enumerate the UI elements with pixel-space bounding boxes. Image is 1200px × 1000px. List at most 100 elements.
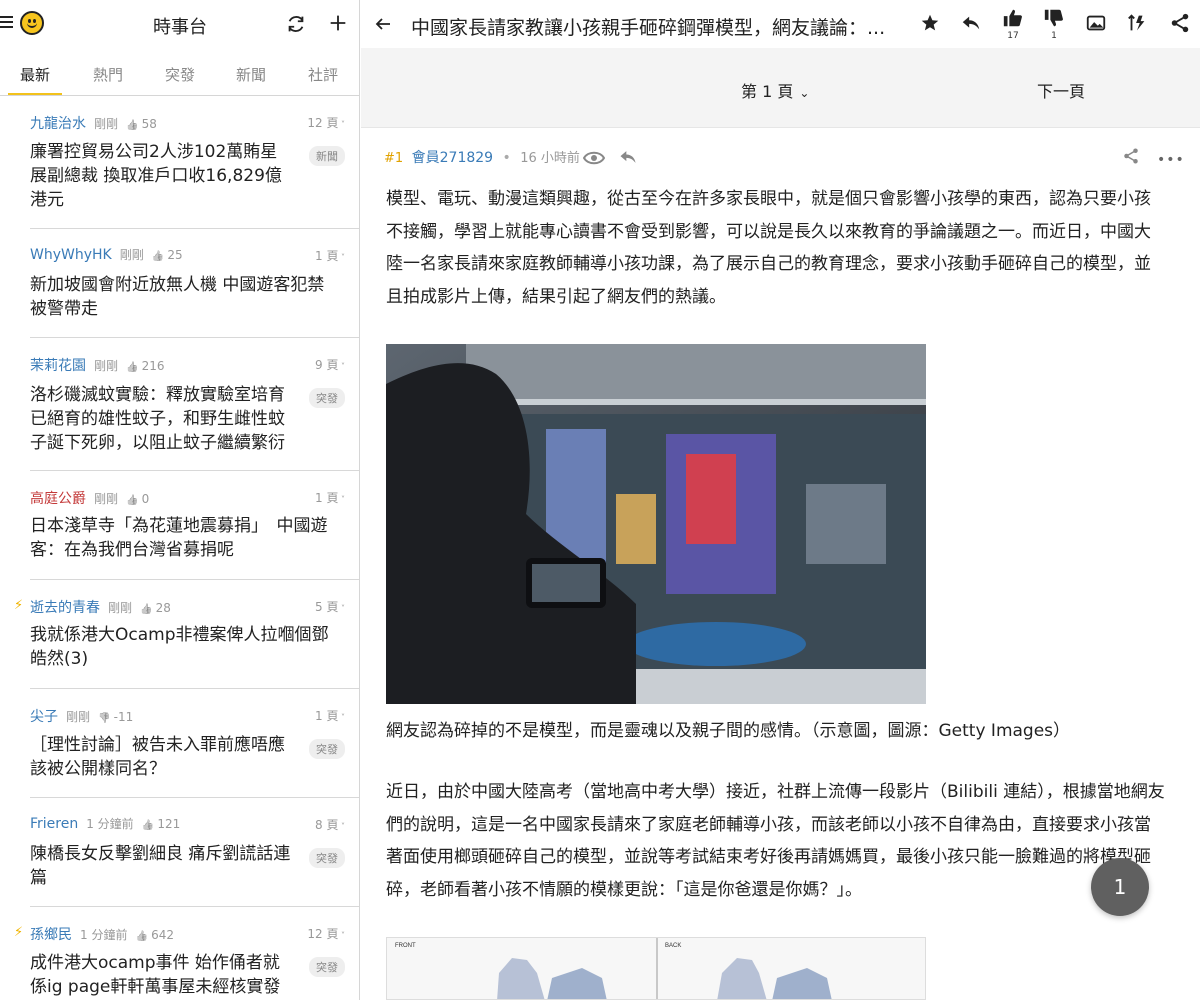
topic-category-badge: 突發 — [309, 957, 345, 977]
tab-news[interactable]: 新聞 — [227, 64, 275, 85]
back-arrow-icon[interactable] — [373, 14, 393, 34]
topic-pages[interactable]: 9 頁 ˅ — [315, 356, 345, 373]
share-icon[interactable] — [1122, 146, 1140, 166]
reply-icon[interactable] — [960, 12, 982, 34]
topic-time: 1 分鐘前 — [80, 928, 128, 942]
thumbs-up-icon: 👍 — [126, 495, 142, 506]
star-icon[interactable] — [919, 12, 941, 34]
topic-time: 剛剛 — [94, 492, 119, 506]
topic-list: 九龍治水 剛剛 👍 58 12 頁 ˅ 廉署控貿易公司2人涉102萬賄星展副總裁 換取准… — [0, 96, 359, 1000]
chevron-down-icon: ˅ — [338, 822, 345, 831]
post-image-gundam-photo[interactable] — [386, 344, 926, 704]
topic-pages[interactable]: 8 頁 ˅ — [315, 816, 345, 833]
topic-likes-value: 216 — [141, 359, 165, 373]
topic-pages[interactable]: 1 頁 ˅ — [315, 489, 345, 506]
floating-page-button[interactable]: 1 — [1091, 858, 1149, 916]
topic-row[interactable]: ⚡ 逝去的青春 剛剛 👍 28 5 頁 ˅ 我就係港大Ocamp非禮案俾人拉嗰個鄧皓然(3… — [0, 580, 359, 689]
thumbs-up-icon: 👍 — [140, 604, 156, 615]
page-select-dropdown[interactable]: 第 1 頁 ⌄ — [741, 78, 809, 102]
post-image-gundam-diagram[interactable]: FRONT BACK — [386, 937, 926, 1000]
topic-author[interactable]: 茉莉花園 — [30, 358, 86, 374]
tab-latest[interactable]: 最新 — [11, 64, 59, 85]
hot-bolt-icon: ⚡ — [14, 925, 24, 940]
topic-title[interactable]: 日本淺草寺「為花蓮地震募捐」 中國遊客：在為我們台灣省募捐呢 — [30, 514, 340, 562]
sort-icon[interactable] — [1126, 12, 1148, 34]
topic-pages-value: 12 頁 — [307, 116, 339, 130]
refresh-icon[interactable] — [285, 13, 307, 35]
topic-pages-value: 9 頁 — [315, 358, 339, 372]
topic-meta: 孫鄉民 1 分鐘前 👍 642 — [30, 924, 174, 944]
topic-pages[interactable]: 5 頁 ˅ — [315, 598, 345, 615]
topic-author[interactable]: 孫鄉民 — [30, 927, 72, 943]
topic-title[interactable]: ［理性討論］被告未入罪前應唔應該被公開樣同名？ — [30, 733, 292, 781]
topic-author[interactable]: 逝去的青春 — [30, 600, 100, 616]
topic-row[interactable]: Frieren 1 分鐘前 👍 121 8 頁 ˅ 陳橋長女反擊劉細良 痛斥劉謊話連篇突… — [0, 798, 359, 907]
post-author[interactable]: 會員271829 — [412, 150, 493, 166]
topic-pages-value: 12 頁 — [307, 927, 339, 941]
topic-pages[interactable]: 1 頁 ˅ — [315, 707, 345, 724]
topic-row-content: Frieren 1 分鐘前 👍 121 8 頁 ˅ 陳橋長女反擊劉細良 痛斥劉謊話連篇突… — [30, 798, 359, 907]
topic-row[interactable]: 茉莉花園 剛剛 👍 216 9 頁 ˅ 洛杉磯滅蚊實驗：釋放實驗室培育已絕育的雄性蚊子，… — [0, 338, 359, 471]
topic-row[interactable]: 尖子 剛剛 👎 -11 1 頁 ˅ ［理性討論］被告未入罪前應唔應該被公開樣同名？ 突發 — [0, 689, 359, 798]
topic-pages-value: 8 頁 — [315, 818, 339, 832]
topic-row-content: 茉莉花園 剛剛 👍 216 9 頁 ˅ 洛杉磯滅蚊實驗：釋放實驗室培育已絕育的雄性蚊子，… — [30, 338, 359, 471]
chevron-down-icon: ˅ — [338, 253, 345, 262]
topic-pages[interactable]: 12 頁 ˅ — [307, 114, 345, 131]
topic-title[interactable]: 我就係港大Ocamp非禮案俾人拉嗰個鄧皓然(3) — [30, 623, 340, 671]
topic-row-content: 尖子 剛剛 👎 -11 1 頁 ˅ ［理性討論］被告未入罪前應唔應該被公開樣同名？ 突發 — [30, 689, 359, 798]
topic-title[interactable]: 廉署控貿易公司2人涉102萬賄星展副總裁 換取准戶口收16,829億港元 — [30, 140, 292, 212]
topic-likes-value: 121 — [157, 817, 181, 831]
topic-meta: 尖子 剛剛 👎 -11 — [30, 706, 133, 726]
topic-meta: 九龍治水 剛剛 👍 58 — [30, 113, 157, 133]
post-meta: #1 會員271829 • 16 小時前 — [384, 147, 580, 167]
topic-category-badge: 突發 — [309, 739, 345, 759]
topic-title[interactable]: 洛杉磯滅蚊實驗：釋放實驗室培育已絕育的雄性蚊子，和野生雌性蚊子誕下死卵，以阻止蚊… — [30, 383, 292, 455]
topic-author[interactable]: Frieren — [30, 816, 78, 832]
topic-author[interactable]: 高庭公爵 — [30, 491, 86, 507]
next-page-button[interactable]: 下一頁 — [1037, 78, 1085, 102]
thumbs-up-icon: 👍 — [151, 251, 168, 262]
topic-likes: 👎 -11 — [98, 710, 133, 724]
quote-reply-icon[interactable] — [618, 147, 638, 167]
topic-title[interactable]: 新加坡國會附近放無人機 中國遊客犯禁被警帶走 — [30, 273, 340, 321]
topic-meta: 逝去的青春 剛剛 👍 28 — [30, 597, 171, 617]
topic-title[interactable]: 陳橋長女反擊劉細良 痛斥劉謊話連篇 — [30, 842, 292, 890]
topic-row[interactable]: ⚡ 孫鄉民 1 分鐘前 👍 642 12 頁 ˅ 成件港大ocamp事件 始作俑者就係ig… — [0, 907, 359, 1000]
topic-likes: 👍 0 — [126, 492, 149, 506]
topic-author[interactable]: 尖子 — [30, 709, 58, 725]
topic-author[interactable]: WhyWhyHK — [30, 247, 112, 263]
topic-pages[interactable]: 12 頁 ˅ — [307, 925, 345, 942]
topic-author[interactable]: 九龍治水 — [30, 116, 86, 132]
chevron-down-icon: ˅ — [338, 931, 345, 940]
topic-row[interactable]: 九龍治水 剛剛 👍 58 12 頁 ˅ 廉署控貿易公司2人涉102萬賄星展副總裁 換取准… — [0, 96, 359, 229]
thumbs-up-icon[interactable] — [1002, 7, 1024, 29]
chevron-down-icon: ˅ — [338, 495, 345, 504]
topic-pages-value: 1 頁 — [315, 709, 339, 723]
topic-pages[interactable]: 1 頁 ˅ — [315, 247, 345, 264]
topic-row[interactable]: WhyWhyHK 剛剛 👍 25 1 頁 ˅ 新加坡國會附近放無人機 中國遊客犯禁被警帶… — [0, 229, 359, 338]
topic-likes: 👍 216 — [126, 359, 165, 373]
tab-hot[interactable]: 熱門 — [84, 64, 132, 85]
tab-editorial[interactable]: 社評 — [299, 64, 347, 85]
chevron-down-icon: ˅ — [338, 713, 345, 722]
share-toolbar-icon[interactable] — [1169, 12, 1191, 34]
chevron-down-icon: ⌄ — [799, 86, 810, 100]
topic-likes-value: 0 — [141, 492, 150, 506]
topic-likes: 👍 25 — [152, 248, 183, 262]
topic-time: 剛剛 — [108, 601, 133, 615]
like-count: 17 — [1007, 31, 1019, 41]
topic-category-badge: 突發 — [309, 848, 345, 868]
thumbs-up-icon: 👍 — [126, 120, 142, 131]
topic-likes-value: 58 — [141, 117, 157, 131]
eye-icon[interactable] — [583, 150, 605, 166]
more-options-icon[interactable]: ••• — [1157, 152, 1185, 168]
tab-breaking[interactable]: 突發 — [156, 64, 204, 85]
new-topic-plus-icon[interactable] — [327, 12, 349, 34]
thumbs-down-icon[interactable] — [1043, 7, 1065, 29]
image-toggle-icon[interactable] — [1085, 12, 1107, 34]
thumbs-up-icon: 👍 — [141, 820, 158, 831]
page-select-label: 第 1 頁 — [741, 82, 794, 101]
topic-row-content: 九龍治水 剛剛 👍 58 12 頁 ˅ 廉署控貿易公司2人涉102萬賄星展副總裁 換取准… — [30, 96, 359, 229]
topic-row[interactable]: 高庭公爵 剛剛 👍 0 1 頁 ˅ 日本淺草寺「為花蓮地震募捐」 中國遊客：在為我們台灣… — [0, 471, 359, 580]
topic-title[interactable]: 成件港大ocamp事件 始作俑者就係ig page軒軒萬事屋未經核實發 — [30, 951, 292, 999]
